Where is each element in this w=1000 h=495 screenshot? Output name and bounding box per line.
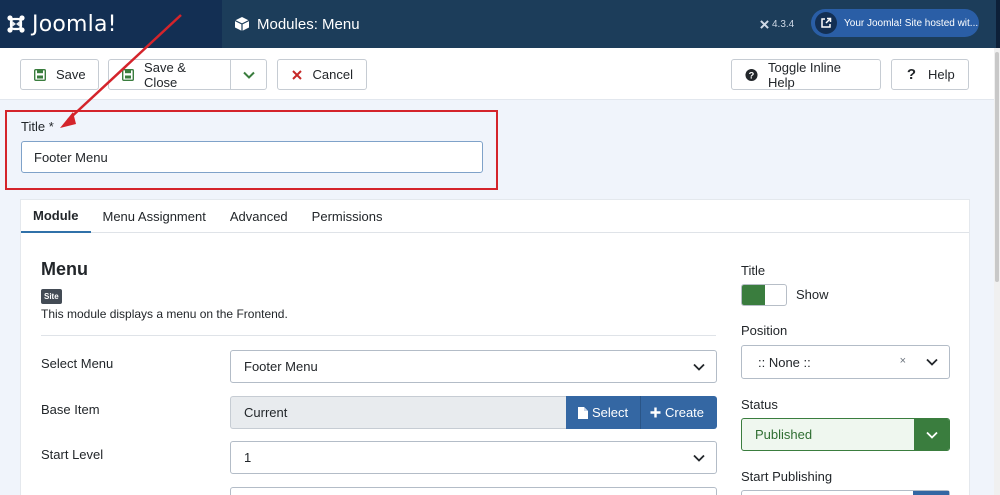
page-heading: Modules: Menu xyxy=(234,0,360,48)
module-card: Module Menu Assignment Advanced Permissi… xyxy=(20,199,970,495)
status-dropdown[interactable]: Published xyxy=(741,418,950,451)
start-level-dropdown[interactable]: 1 xyxy=(230,441,717,474)
show-title-label: Show xyxy=(796,287,829,302)
calendar-button[interactable] xyxy=(913,491,949,495)
switch-on-state xyxy=(742,285,765,305)
start-publishing-label: Start Publishing xyxy=(741,469,833,484)
toolbar: Save Save & Close Cancel ? Toggle Inline… xyxy=(0,48,1000,100)
top-header: Joomla! Modules: Menu 4.3.4 Your Joomla!… xyxy=(0,0,1000,48)
chevron-down-icon xyxy=(681,351,716,382)
show-title-switch[interactable] xyxy=(741,284,787,306)
base-item-select-button[interactable]: Select xyxy=(566,396,640,429)
save-icon xyxy=(122,68,135,81)
help-label: Help xyxy=(928,67,955,82)
toggle-inline-help-button[interactable]: ? Toggle Inline Help xyxy=(731,59,881,90)
scrollbar-thumb[interactable] xyxy=(995,52,999,282)
select-menu-label: Select Menu xyxy=(41,356,114,371)
plus-icon xyxy=(650,407,661,418)
select-menu-value: Footer Menu xyxy=(244,359,318,374)
svg-text:?: ? xyxy=(749,70,755,80)
chevron-down-icon xyxy=(681,442,716,473)
select-menu-dropdown[interactable]: Footer Menu xyxy=(230,350,717,383)
base-item-create-button[interactable]: Create xyxy=(640,396,717,429)
end-level-dropdown[interactable] xyxy=(230,487,717,495)
sidebar-title-label: Title xyxy=(741,263,766,278)
view-site-link[interactable]: Your Joomla! Site hosted wit... xyxy=(811,9,979,37)
save-button[interactable]: Save xyxy=(20,59,99,90)
external-link-icon xyxy=(815,12,837,34)
site-link-label: Your Joomla! Site hosted wit... xyxy=(844,17,979,29)
module-heading: Menu xyxy=(41,259,88,279)
tab-permissions[interactable]: Permissions xyxy=(300,200,395,233)
save-icon xyxy=(34,68,46,81)
help-button[interactable]: ? Help xyxy=(891,59,969,90)
chevron-down-icon xyxy=(914,346,949,378)
page-scrollbar[interactable] xyxy=(994,48,1000,495)
clear-icon[interactable]: × xyxy=(900,355,906,367)
base-item-label: Base Item xyxy=(41,402,100,417)
file-icon xyxy=(578,406,588,419)
save-label: Save xyxy=(56,67,86,82)
joomla-small-icon xyxy=(760,19,769,29)
toggle-help-label: Toggle Inline Help xyxy=(768,59,841,90)
save-close-button[interactable]: Save & Close xyxy=(108,59,231,90)
save-options-dropdown[interactable] xyxy=(230,59,267,90)
tab-bar: Module Menu Assignment Advanced Permissi… xyxy=(21,200,969,233)
start-publishing-input[interactable] xyxy=(741,490,950,495)
tab-advanced[interactable]: Advanced xyxy=(218,200,300,233)
joomla-logo[interactable]: Joomla! xyxy=(0,0,222,48)
base-item-value: Current xyxy=(230,396,566,429)
highlight-box xyxy=(5,110,498,190)
page-title: Modules: Menu xyxy=(257,15,360,33)
question-circle-icon: ? xyxy=(745,68,758,81)
position-value: :: None :: xyxy=(758,354,811,370)
tab-menu-assignment[interactable]: Menu Assignment xyxy=(91,200,218,233)
save-close-label: Save & Close xyxy=(144,59,186,90)
select-label: Select xyxy=(592,405,629,420)
header-edge xyxy=(996,0,1000,48)
position-label: Position xyxy=(741,323,788,338)
cancel-label: Cancel xyxy=(312,67,353,82)
tab-module[interactable]: Module xyxy=(21,200,91,233)
site-badge: Site xyxy=(41,289,62,304)
start-level-label: Start Level xyxy=(41,447,104,462)
create-label: Create xyxy=(665,405,705,420)
cancel-button[interactable]: Cancel xyxy=(277,59,367,90)
joomla-logo-icon xyxy=(7,15,25,33)
version-number: 4.3.4 xyxy=(772,18,795,30)
module-description: This module displays a menu on the Front… xyxy=(41,307,288,321)
position-select[interactable]: :: None :: × xyxy=(741,345,950,379)
status-value: Published xyxy=(755,427,813,442)
divider xyxy=(41,335,716,336)
brand-name: Joomla! xyxy=(32,11,117,37)
start-level-value: 1 xyxy=(244,450,252,465)
cube-icon xyxy=(234,17,250,31)
chevron-down-icon xyxy=(242,71,255,79)
base-item-field: Current Select Create xyxy=(230,396,717,429)
status-label: Status xyxy=(741,397,778,412)
version-info: 4.3.4 xyxy=(760,0,794,48)
chevron-down-icon xyxy=(914,419,949,450)
question-icon: ? xyxy=(906,66,917,83)
close-icon xyxy=(291,68,303,81)
